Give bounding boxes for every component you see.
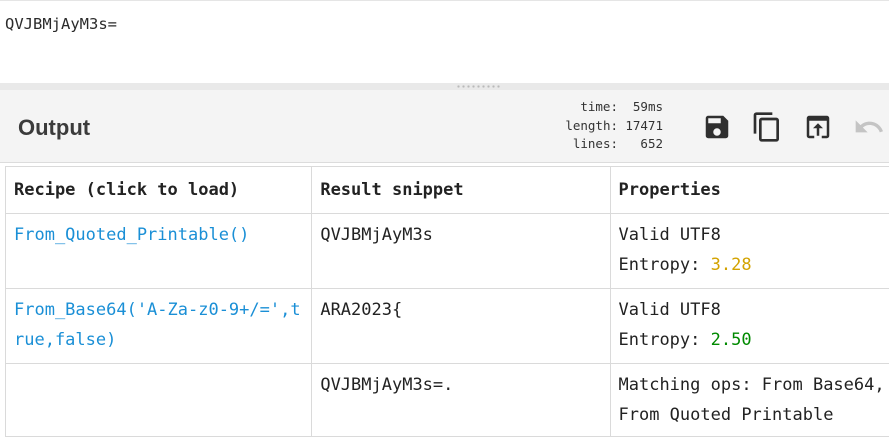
recipe-link[interactable]: From_Base64('A-Za-z0-9+/=',true,false): [14, 300, 301, 350]
table-row: From_Base64('A-Za-z0-9+/=',true,false) A…: [4, 288, 889, 364]
valid-utf8-label: Valid UTF8: [618, 300, 721, 320]
snippet-cell: QVJBMjAyM3s=.: [311, 363, 611, 437]
output-title: Output: [18, 115, 91, 140]
resize-grip[interactable]: [456, 85, 502, 88]
recipe-link[interactable]: From_Quoted_Printable(): [14, 225, 249, 245]
properties-cell: Valid UTF8 Entropy: 3.28: [609, 213, 889, 289]
recipe-cell: From_Base64('A-Za-z0-9+/=',true,false): [4, 288, 313, 364]
entropy-line: Entropy: 2.50: [619, 325, 889, 355]
table-header-row: Recipe (click to load) Result snippet Pr…: [4, 166, 889, 214]
output-header: Output time: 59ms length: 17471 lines: 6…: [0, 90, 889, 163]
recipe-cell: From_Quoted_Printable(): [4, 213, 313, 289]
output-stats: time: 59ms length: 17471 lines: 652: [520, 98, 663, 154]
entropy-value: 3.28: [710, 255, 752, 275]
cyberchef-output-view: QVJBMjAyM3s= Output time: 59ms length: 1…: [0, 0, 889, 440]
copy-icon: [753, 112, 779, 142]
entropy-value: 2.50: [710, 330, 752, 350]
header-recipe: Recipe (click to load): [4, 166, 313, 214]
stat-length-label: length:: [565, 117, 618, 133]
header-properties: Properties: [609, 166, 889, 214]
save-output-button[interactable]: [700, 110, 734, 144]
table-row: From_Quoted_Printable() QVJBMjAyM3s Vali…: [4, 213, 889, 289]
stat-time-label: time:: [580, 99, 618, 114]
recipe-link-text: From_Base64('A-Za-z0-9+/=',true,false): [14, 300, 301, 350]
recipe-cell: [4, 363, 313, 437]
stat-time-value: 59ms: [632, 99, 663, 114]
table-row: QVJBMjAyM3s=. Matching ops: From Base64,…: [4, 363, 889, 437]
header-result-snippet: Result snippet: [311, 166, 611, 214]
copy-output-button[interactable]: [750, 110, 784, 144]
magic-results-table: Recipe (click to load) Result snippet Pr…: [4, 166, 889, 437]
stat-lines: lines: 652: [520, 135, 663, 154]
save-icon: [705, 115, 729, 139]
input-panel[interactable]: QVJBMjAyM3s=: [0, 0, 889, 84]
properties-cell: Matching ops: From Base64, From Quoted P…: [609, 363, 889, 437]
stat-time: time: 59ms: [520, 98, 663, 117]
undo-button[interactable]: [852, 110, 886, 144]
stat-lines-label: lines:: [572, 136, 618, 151]
snippet-cell: QVJBMjAyM3s: [311, 213, 611, 289]
properties-cell: Valid UTF8 Entropy: 2.50: [609, 288, 889, 364]
stat-lines-value: 652: [640, 136, 663, 151]
stat-length-value: 17471: [625, 117, 663, 133]
entropy-label: Entropy:: [618, 255, 711, 275]
entropy-line: Entropy: 3.28: [619, 250, 889, 280]
stat-length: length: 17471: [520, 117, 663, 136]
undo-icon: [855, 120, 883, 133]
input-text[interactable]: QVJBMjAyM3s=: [5, 15, 117, 33]
snippet-cell: ARA2023{: [311, 288, 611, 364]
panel-resize-divider[interactable]: [0, 83, 889, 90]
move-to-input-icon: [806, 115, 830, 139]
entropy-label: Entropy:: [618, 330, 711, 350]
replace-input-button[interactable]: [801, 110, 835, 144]
valid-utf8-label: Valid UTF8: [618, 225, 721, 245]
